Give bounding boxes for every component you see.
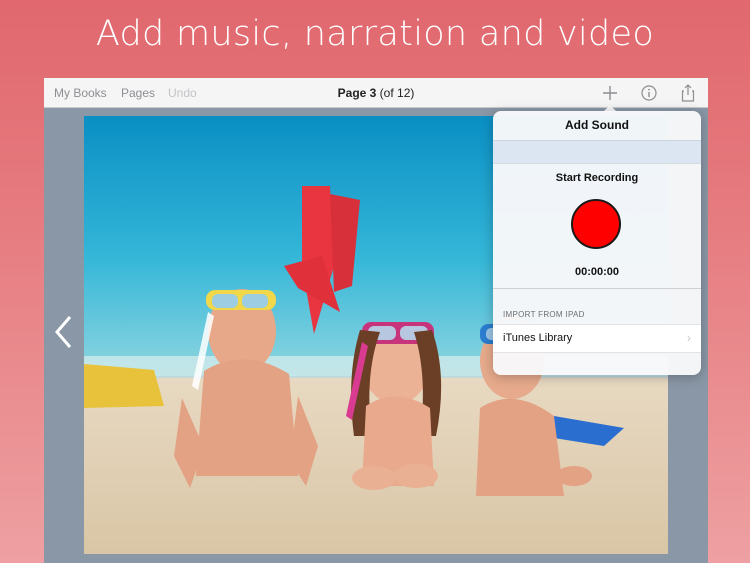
chevron-right-icon: › <box>687 331 691 345</box>
itunes-library-label: iTunes Library <box>503 332 573 344</box>
import-section-label: IMPORT FROM IPAD <box>503 310 585 319</box>
info-icon[interactable] <box>639 83 659 103</box>
popover-title: Add Sound <box>565 118 629 132</box>
chevron-left-icon[interactable] <box>52 314 74 350</box>
share-icon[interactable] <box>678 83 698 103</box>
plus-icon[interactable] <box>600 83 620 103</box>
record-button[interactable] <box>571 199 621 249</box>
page-number: Page 3 <box>337 86 377 100</box>
popover-header-band <box>493 140 701 164</box>
page-total: (of 12) <box>376 86 415 100</box>
popover-divider <box>493 288 701 289</box>
start-recording-label: Start Recording <box>555 172 639 184</box>
add-sound-popover: Add Sound Start Recording 00:00:00 IMPOR… <box>493 111 701 375</box>
toolbar: My Books Pages Undo Page 3 (of 12) <box>44 78 708 108</box>
itunes-library-row[interactable]: iTunes Library › <box>493 324 701 353</box>
ipad-screen: My Books Pages Undo Page 3 (of 12) Add S… <box>44 78 708 563</box>
recording-timer: 00:00:00 <box>574 266 620 278</box>
promo-headline: Add music, narration and video <box>95 14 655 54</box>
